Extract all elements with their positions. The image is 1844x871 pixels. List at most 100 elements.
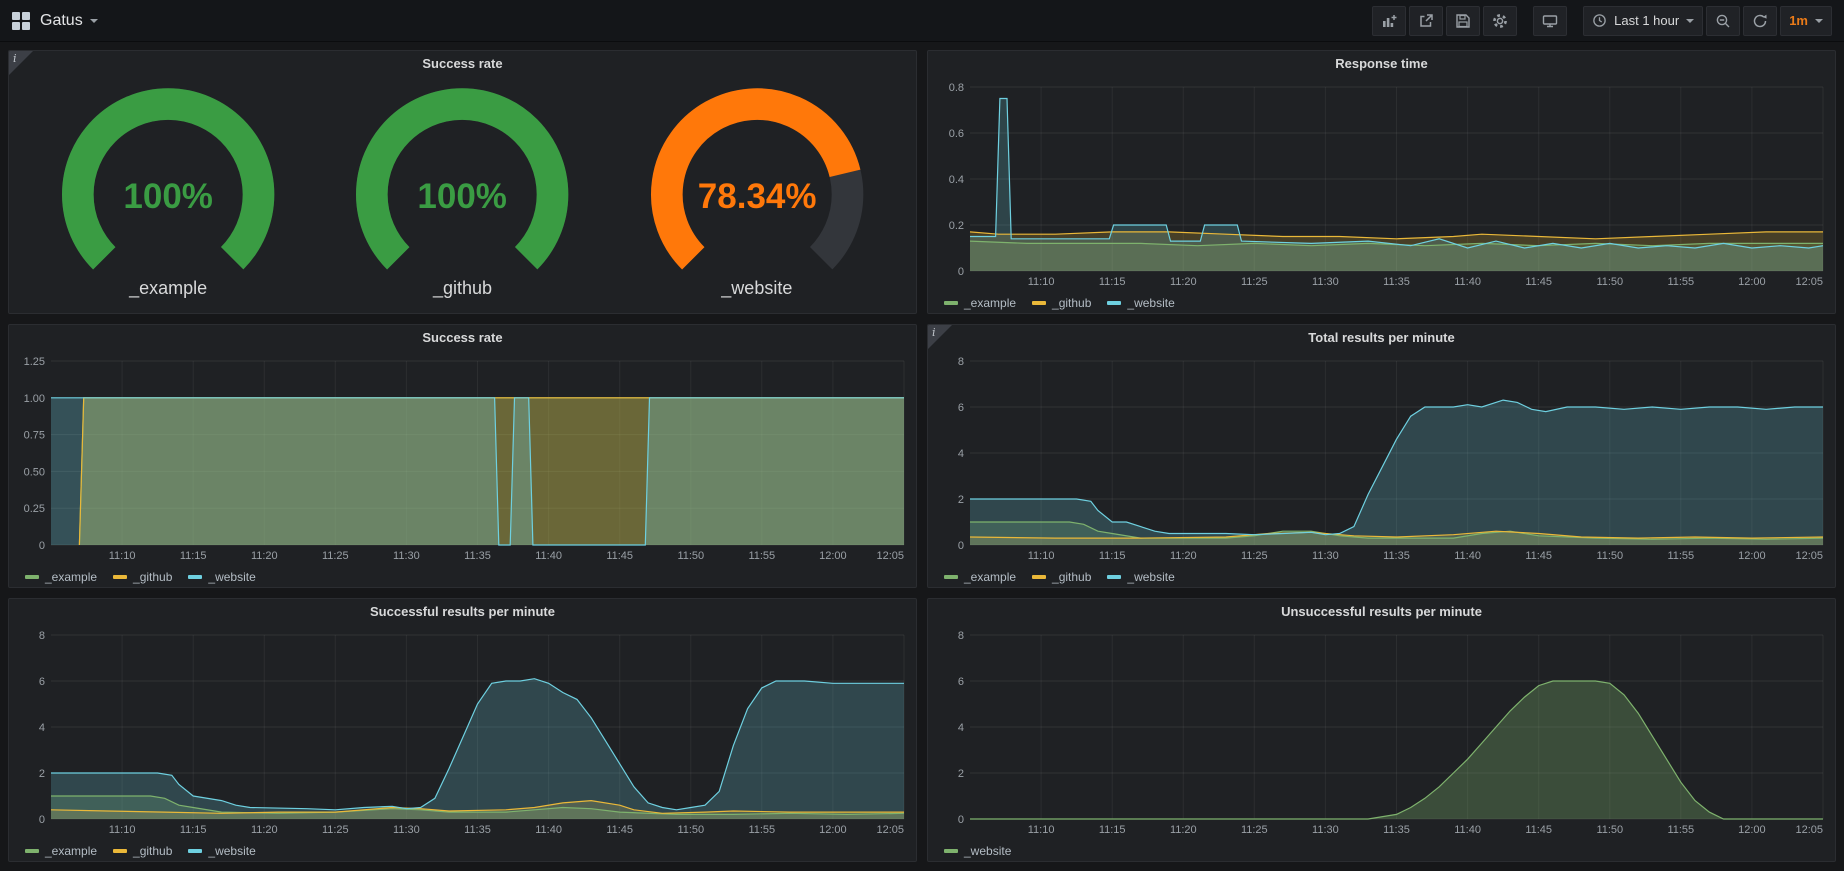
gauge-value: 78.34% (697, 177, 816, 216)
refresh-interval-dropdown[interactable]: 1m (1780, 6, 1832, 36)
dashboard-title-button[interactable]: Gatus (40, 12, 98, 30)
gauge-value: 100% (418, 177, 508, 216)
panel-title[interactable]: Response time (928, 51, 1835, 77)
panel-info-corner[interactable]: i (9, 51, 33, 75)
svg-text:2: 2 (39, 768, 45, 780)
legend-item-website[interactable]: _website (188, 844, 255, 858)
legend-item-website[interactable]: _website (1107, 296, 1174, 310)
svg-text:12:00: 12:00 (1738, 550, 1766, 562)
svg-text:11:40: 11:40 (1454, 824, 1481, 836)
legend-label: _website (1127, 570, 1174, 584)
legend-label: _github (1052, 296, 1091, 310)
legend-color-swatch (1032, 575, 1046, 579)
chart-unsuccessful-results[interactable]: 0246811:1011:1511:2011:2511:3011:3511:40… (934, 625, 1829, 842)
svg-text:2: 2 (958, 494, 964, 506)
svg-text:2: 2 (958, 768, 964, 780)
svg-text:11:10: 11:10 (1028, 276, 1055, 288)
legend-label: _website (208, 570, 255, 584)
gear-icon (1492, 13, 1508, 29)
svg-text:11:10: 11:10 (109, 550, 136, 562)
chart-svg: 00.20.40.60.811:1011:1511:2011:2511:3011… (934, 77, 1829, 289)
zoom-out-icon (1715, 13, 1731, 29)
svg-text:11:35: 11:35 (1383, 276, 1410, 288)
legend: _website (928, 842, 1835, 862)
save-button[interactable] (1446, 6, 1480, 36)
svg-text:0.6: 0.6 (949, 128, 964, 140)
svg-text:11:25: 11:25 (1241, 824, 1268, 836)
panel-title[interactable]: Success rate (9, 325, 916, 351)
chart-svg: 0246811:1011:1511:2011:2511:3011:3511:40… (15, 625, 910, 837)
refresh-button[interactable] (1743, 6, 1777, 36)
svg-text:0: 0 (958, 814, 964, 826)
svg-text:11:45: 11:45 (1525, 550, 1552, 562)
panel-title[interactable]: Success rate (9, 51, 916, 77)
legend-item-example[interactable]: _example (25, 570, 97, 584)
svg-text:11:45: 11:45 (606, 550, 633, 562)
gauge-arc: 78.34% (610, 86, 904, 278)
legend-item-example[interactable]: _example (944, 570, 1016, 584)
legend: _example _github _website (928, 294, 1835, 314)
svg-text:11:30: 11:30 (393, 550, 420, 562)
chart-total-results[interactable]: 0246811:1011:1511:2011:2511:3011:3511:40… (934, 351, 1829, 568)
svg-text:11:30: 11:30 (1312, 276, 1339, 288)
legend-label: _example (45, 844, 97, 858)
svg-text:11:20: 11:20 (251, 824, 278, 836)
panel-title[interactable]: Successful results per minute (9, 599, 916, 625)
legend-label: _github (133, 570, 172, 584)
panel-total-results: i Total results per minute 0246811:1011:… (927, 324, 1836, 588)
svg-text:11:55: 11:55 (1667, 824, 1694, 836)
legend: _example _github _website (9, 842, 916, 862)
navbar: Gatus (0, 0, 1844, 42)
gauge-github: 100% _github (315, 79, 609, 307)
legend-item-website[interactable]: _website (944, 844, 1011, 858)
legend-item-website[interactable]: _website (188, 570, 255, 584)
legend-label: _example (964, 296, 1016, 310)
svg-text:11:35: 11:35 (1383, 550, 1410, 562)
refresh-icon (1752, 13, 1768, 29)
share-button[interactable] (1409, 6, 1443, 36)
panel-title[interactable]: Unsuccessful results per minute (928, 599, 1835, 625)
panel-title[interactable]: Total results per minute (928, 325, 1835, 351)
legend-item-github[interactable]: _github (1032, 570, 1091, 584)
svg-text:11:25: 11:25 (1241, 276, 1268, 288)
apps-grid-icon[interactable] (12, 12, 30, 30)
settings-button[interactable] (1483, 6, 1517, 36)
panel-info-corner[interactable]: i (928, 325, 952, 349)
svg-text:11:10: 11:10 (109, 824, 136, 836)
svg-text:11:45: 11:45 (1525, 276, 1552, 288)
svg-text:11:40: 11:40 (535, 824, 562, 836)
legend-item-example[interactable]: _example (944, 296, 1016, 310)
svg-text:11:40: 11:40 (1454, 276, 1481, 288)
legend-color-swatch (944, 575, 958, 579)
legend-color-swatch (113, 575, 127, 579)
legend-item-example[interactable]: _example (25, 844, 97, 858)
legend-item-github[interactable]: _github (113, 570, 172, 584)
legend-item-github[interactable]: _github (113, 844, 172, 858)
svg-text:1.25: 1.25 (24, 356, 45, 368)
svg-text:11:15: 11:15 (1099, 276, 1126, 288)
gauge-label: _github (433, 278, 492, 307)
svg-text:11:55: 11:55 (748, 550, 775, 562)
svg-text:11:45: 11:45 (1525, 824, 1552, 836)
zoom-out-button[interactable] (1706, 6, 1740, 36)
svg-text:12:00: 12:00 (819, 550, 847, 562)
clock-icon (1592, 13, 1607, 28)
svg-text:11:50: 11:50 (1596, 276, 1623, 288)
svg-text:8: 8 (958, 630, 964, 642)
svg-text:11:40: 11:40 (535, 550, 562, 562)
time-range-button[interactable]: Last 1 hour (1583, 6, 1703, 36)
add-panel-button[interactable] (1372, 6, 1406, 36)
svg-text:11:50: 11:50 (1596, 550, 1623, 562)
time-range-label: Last 1 hour (1614, 13, 1679, 28)
svg-text:0: 0 (958, 540, 964, 552)
chart-successful-results[interactable]: 0246811:1011:1511:2011:2511:3011:3511:40… (15, 625, 910, 842)
legend-item-github[interactable]: _github (1032, 296, 1091, 310)
chart-success-rate[interactable]: 00.250.500.751.001.2511:1011:1511:2011:2… (15, 351, 910, 568)
svg-text:12:05: 12:05 (876, 824, 904, 836)
legend-item-website[interactable]: _website (1107, 570, 1174, 584)
legend-label: _example (964, 570, 1016, 584)
svg-text:11:35: 11:35 (1383, 824, 1410, 836)
svg-text:11:50: 11:50 (1596, 824, 1623, 836)
chart-response-time[interactable]: 00.20.40.60.811:1011:1511:2011:2511:3011… (934, 77, 1829, 294)
cycle-view-button[interactable] (1533, 6, 1567, 36)
